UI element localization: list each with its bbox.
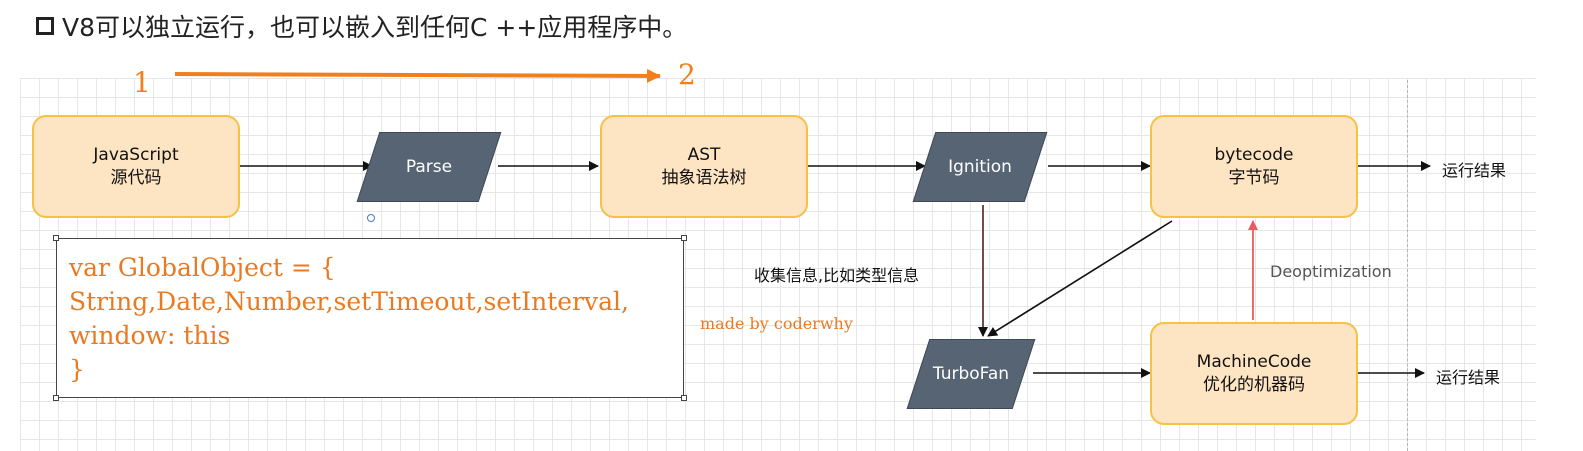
label-result-top: 运行结果 <box>1442 161 1507 180</box>
node-turbofan: TurboFan <box>906 339 1036 409</box>
node-ast: AST 抽象语法树 <box>600 115 808 218</box>
node-bytecode-line1: bytecode <box>1214 144 1294 165</box>
node-ast-line1: AST <box>687 144 721 165</box>
node-machinecode-line1: MachineCode <box>1196 351 1312 372</box>
watermark-text: made by coderwhy <box>700 314 853 333</box>
label-collect-info: 收集信息,比如类型信息 <box>754 266 920 285</box>
node-ignition: Ignition <box>912 132 1048 202</box>
node-bytecode: bytecode 字节码 <box>1150 115 1358 218</box>
resize-handle-top-left[interactable] <box>53 235 59 241</box>
node-javascript-source: JavaScript 源代码 <box>32 115 240 218</box>
node-javascript-source-line2: 源代码 <box>110 167 162 188</box>
resize-handle-bottom-right[interactable] <box>681 395 687 401</box>
label-deoptimization: Deoptimization <box>1270 262 1392 281</box>
edge-bytecode-to-turbofan <box>987 220 1173 337</box>
node-bytecode-line2: 字节码 <box>1228 167 1280 188</box>
node-javascript-source-line1: JavaScript <box>93 144 179 165</box>
node-parse: Parse <box>356 132 502 202</box>
orange-annotation-arrow <box>174 68 661 83</box>
code-text-box[interactable]: var GlobalObject = { String,Date,Number,… <box>56 238 684 398</box>
cursor-dot-icon <box>367 214 375 222</box>
node-machinecode: MachineCode 优化的机器码 <box>1150 322 1358 425</box>
resize-handle-top-right[interactable] <box>681 235 687 241</box>
node-turbofan-label: TurboFan <box>932 364 1010 384</box>
code-line: } <box>69 355 85 384</box>
node-machinecode-line2: 优化的机器码 <box>1203 374 1305 395</box>
code-line: window: this <box>69 321 231 350</box>
label-result-bottom: 运行结果 <box>1436 368 1501 387</box>
node-ast-line2: 抽象语法树 <box>661 167 747 188</box>
code-line: String,Date,Number,setTimeout,setInterva… <box>69 287 629 316</box>
node-ignition-label: Ignition <box>948 157 1012 177</box>
resize-handle-bottom-left[interactable] <box>53 395 59 401</box>
node-parse-label: Parse <box>405 157 453 177</box>
code-line: var GlobalObject = { <box>69 253 336 282</box>
